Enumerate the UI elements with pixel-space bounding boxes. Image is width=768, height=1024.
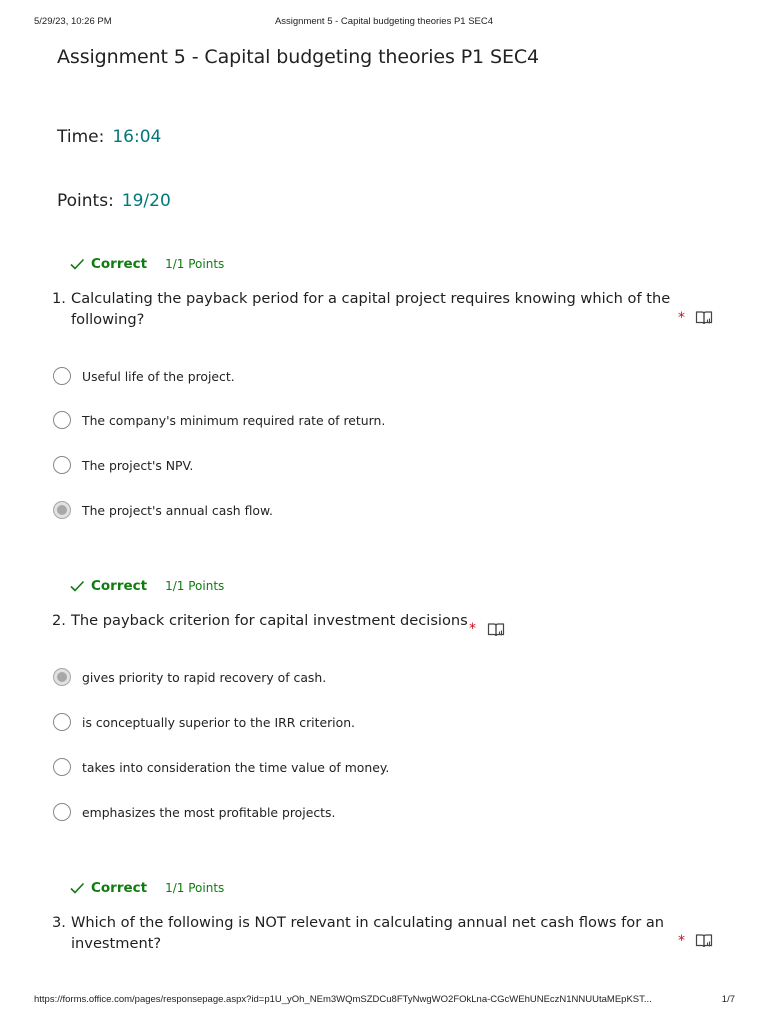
immersive-reader-icon[interactable] — [487, 622, 505, 638]
question-1-option-1[interactable]: Useful life of the project. — [53, 365, 235, 387]
option-label: Useful life of the project. — [82, 368, 235, 384]
question-text-line: following? — [71, 311, 145, 328]
time-stat: Time: 16:04 — [57, 127, 161, 147]
question-3: 3. Which of the following is NOT relevan… — [52, 912, 672, 956]
question-text: Which of the following is NOT relevant i… — [71, 912, 671, 954]
points-label: Points: — [57, 191, 114, 211]
question-1: 1. Calculating the payback period for a … — [52, 288, 672, 332]
question-2-option-2[interactable]: is conceptually superior to the IRR crit… — [53, 711, 355, 733]
option-label: takes into consideration the time value … — [82, 759, 390, 775]
question-1-option-2[interactable]: The company's minimum required rate of r… — [53, 409, 385, 431]
checkmark-icon — [70, 580, 85, 592]
result-label: Correct — [91, 256, 148, 272]
points-stat: Points: 19/20 — [57, 191, 171, 211]
result-label: Correct — [91, 880, 148, 896]
print-footer: https://forms.office.com/pages/responsep… — [0, 994, 768, 1008]
question-text-line: investment? — [71, 935, 162, 952]
print-page-number: 1/7 — [721, 994, 735, 1005]
question-3-result: Correct 1/1 Points — [69, 879, 224, 897]
radio-button[interactable] — [53, 367, 71, 385]
radio-button-selected[interactable] — [53, 501, 71, 519]
question-text-line: Which of the following is NOT relevant i… — [71, 914, 665, 931]
result-points: 1/1 Points — [165, 257, 225, 271]
option-label: gives priority to rapid recovery of cash… — [82, 669, 327, 685]
required-asterisk: * — [678, 933, 685, 949]
option-label: The project's NPV. — [82, 457, 194, 473]
question-2-result: Correct 1/1 Points — [69, 577, 224, 595]
points-value: 19/20 — [121, 191, 171, 211]
option-label: is conceptually superior to the IRR crit… — [82, 714, 355, 730]
print-url: https://forms.office.com/pages/responsep… — [34, 994, 652, 1005]
result-points: 1/1 Points — [165, 881, 225, 895]
radio-button[interactable] — [53, 758, 71, 776]
print-header: 5/29/23, 10:26 PM Assignment 5 - Capital… — [0, 16, 768, 30]
result-points: 1/1 Points — [165, 579, 225, 593]
time-label: Time: — [57, 127, 105, 147]
result-label: Correct — [91, 578, 148, 594]
option-label: The project's annual cash flow. — [82, 502, 273, 518]
question-text: Calculating the payback period for a cap… — [71, 288, 671, 330]
question-text-line: Calculating the payback period for a cap… — [71, 290, 671, 307]
option-label: The company's minimum required rate of r… — [82, 412, 386, 428]
radio-button-selected[interactable] — [53, 668, 71, 686]
immersive-reader-icon[interactable] — [695, 310, 713, 326]
question-text-line: The payback criterion for capital invest… — [71, 612, 468, 629]
question-1-option-3[interactable]: The project's NPV. — [53, 454, 193, 476]
required-asterisk: * — [469, 621, 476, 637]
question-1-option-4[interactable]: The project's annual cash flow. — [53, 499, 273, 521]
question-number: 3. — [52, 914, 66, 931]
question-number: 2. — [52, 612, 66, 629]
question-2: 2. The payback criterion for capital inv… — [52, 610, 472, 632]
option-label: emphasizes the most profitable projects. — [82, 804, 336, 820]
form-title: Assignment 5 - Capital budgeting theorie… — [57, 46, 540, 68]
radio-button[interactable] — [53, 803, 71, 821]
required-asterisk: * — [678, 310, 685, 326]
radio-button[interactable] — [53, 411, 71, 429]
checkmark-icon — [70, 882, 85, 894]
question-2-option-3[interactable]: takes into consideration the time value … — [53, 756, 389, 778]
print-page-title: Assignment 5 - Capital budgeting theorie… — [274, 16, 494, 27]
radio-button[interactable] — [53, 456, 71, 474]
question-2-option-1[interactable]: gives priority to rapid recovery of cash… — [53, 666, 326, 688]
question-number: 1. — [52, 290, 66, 307]
immersive-reader-icon[interactable] — [695, 933, 713, 949]
question-2-option-4[interactable]: emphasizes the most profitable projects. — [53, 801, 335, 823]
checkmark-icon — [70, 258, 85, 270]
time-value: 16:04 — [112, 127, 162, 147]
radio-button[interactable] — [53, 713, 71, 731]
question-1-result: Correct 1/1 Points — [69, 255, 224, 273]
question-text: The payback criterion for capital invest… — [71, 610, 471, 631]
